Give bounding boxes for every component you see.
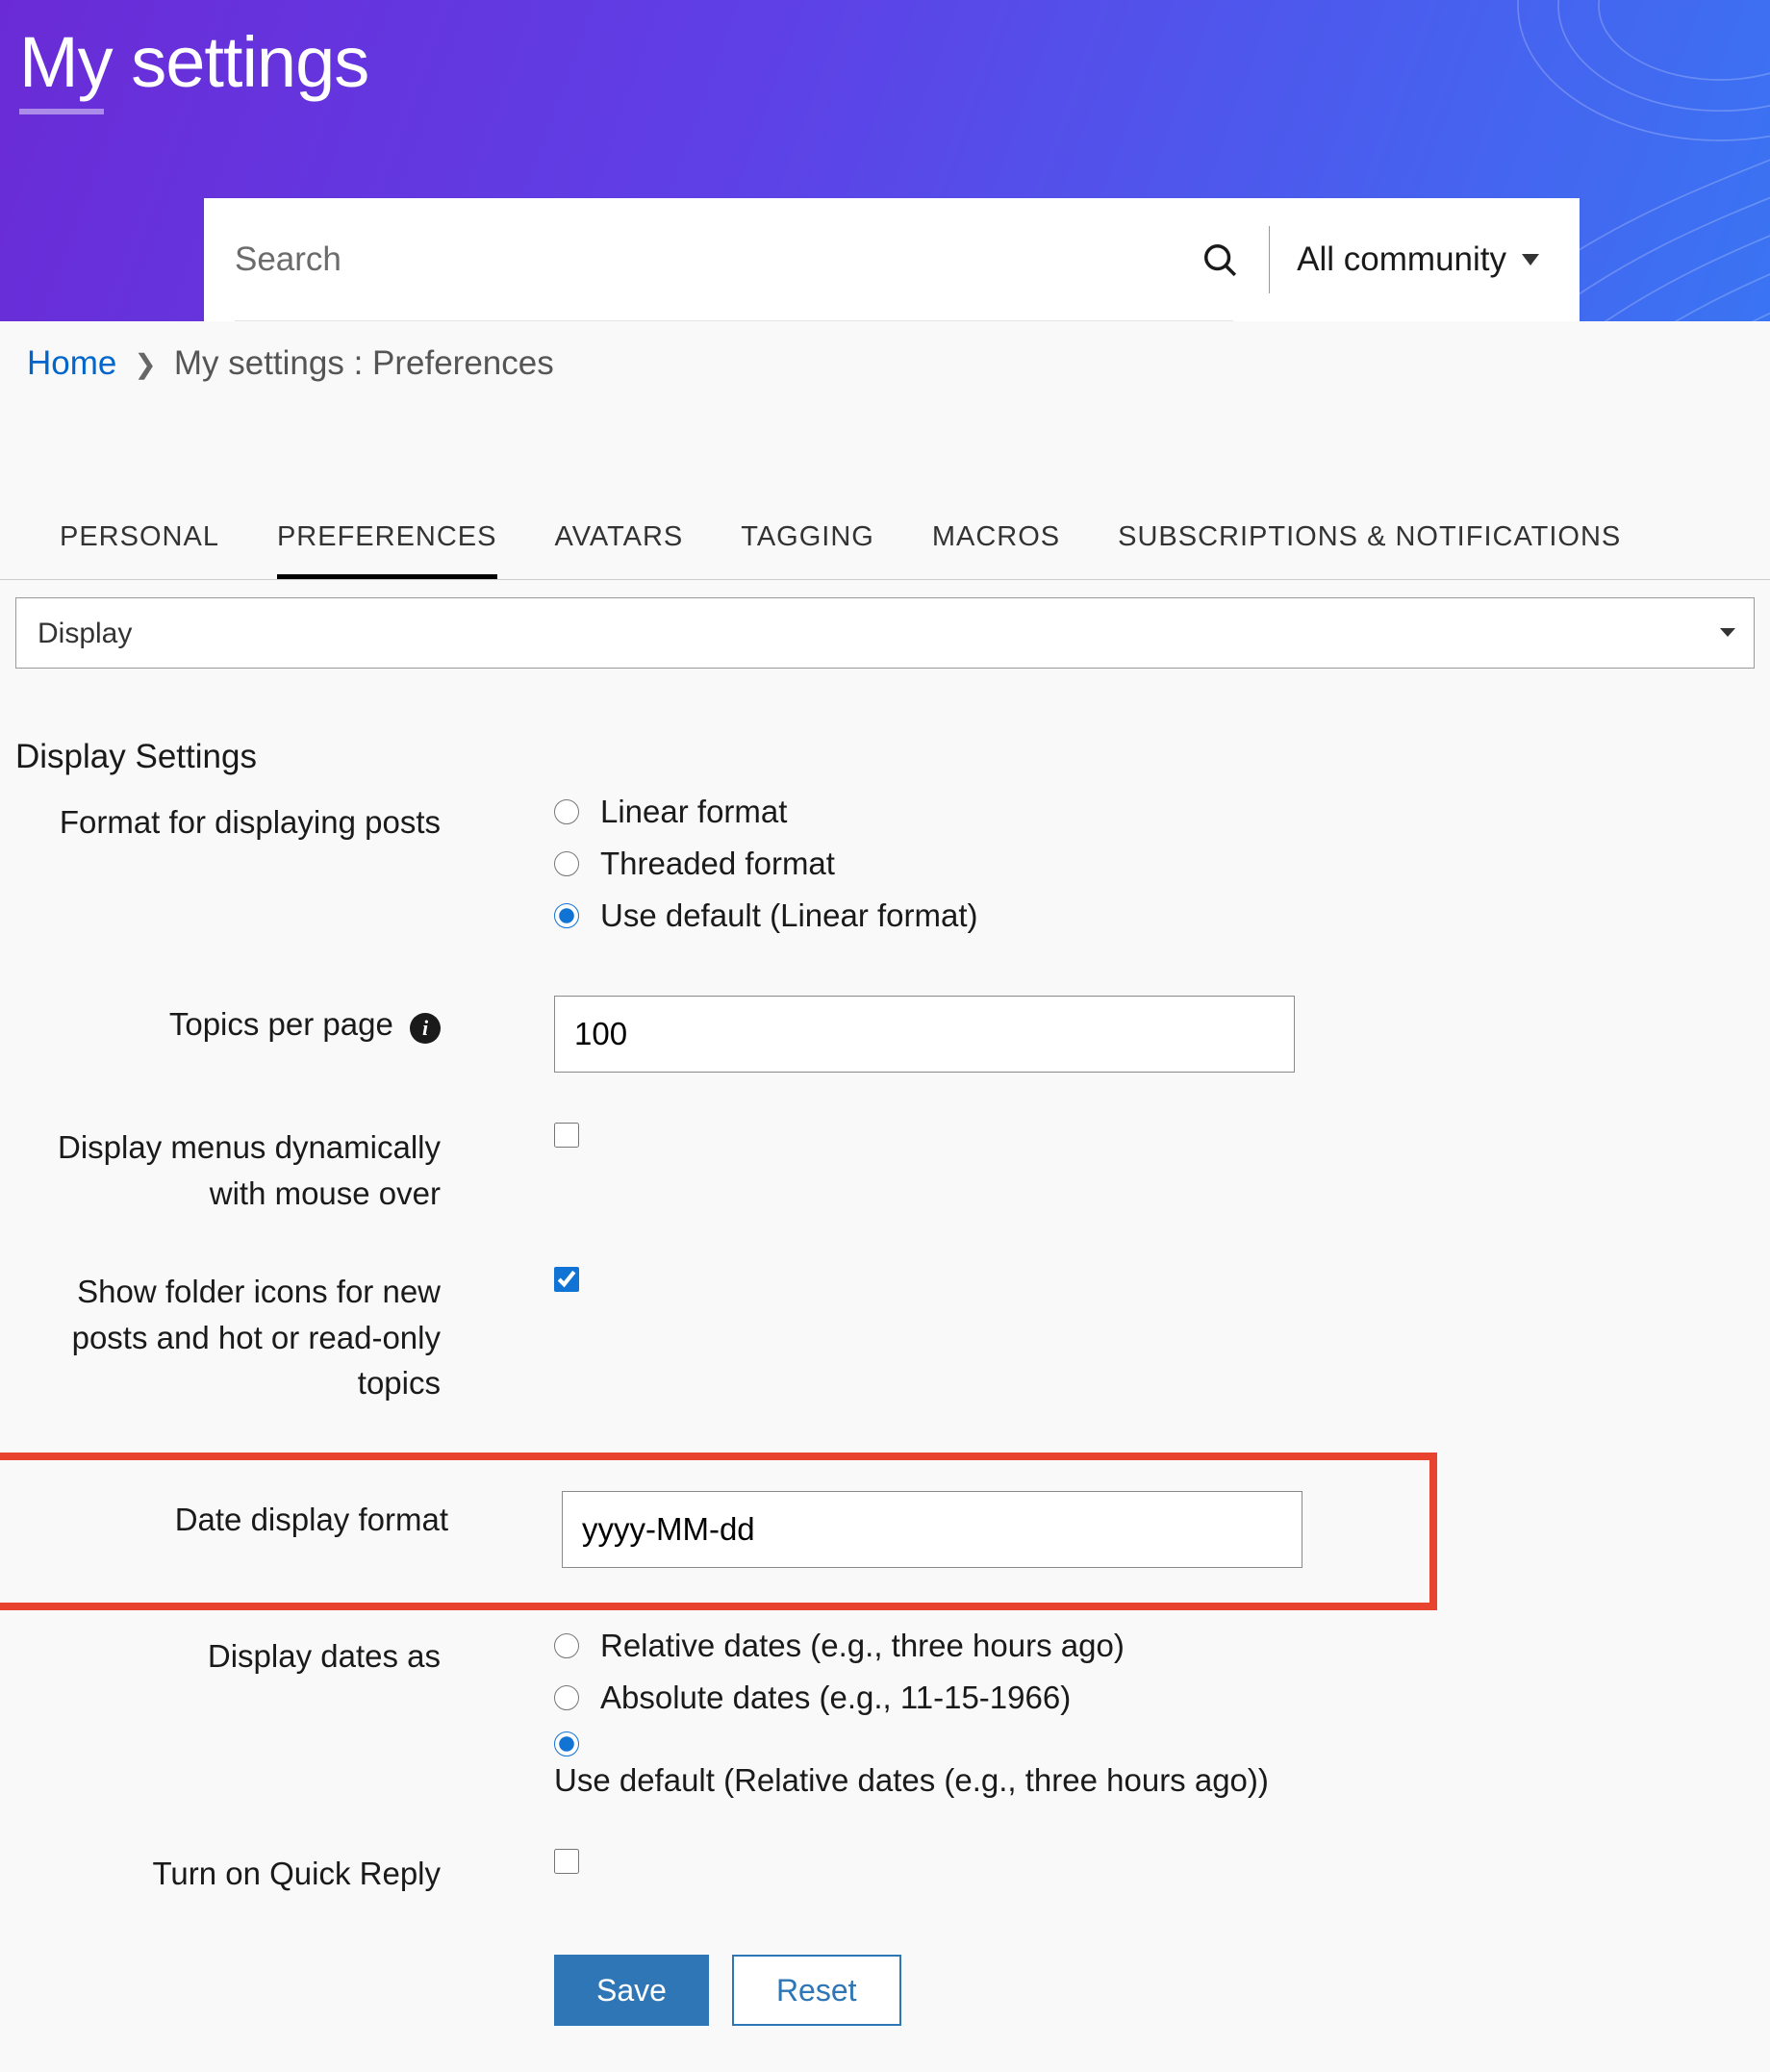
tab-tagging[interactable]: TAGGING xyxy=(741,521,874,579)
topics-per-page-label: Topics per page i xyxy=(15,996,554,1048)
dynamic-menus-checkbox[interactable] xyxy=(554,1123,579,1148)
search-icon xyxy=(1201,241,1238,278)
settings-tabs: PERSONAL PREFERENCES AVATARS TAGGING MAC… xyxy=(0,406,1770,580)
quick-reply-label: Turn on Quick Reply xyxy=(15,1845,554,1897)
format-default-radio[interactable] xyxy=(554,903,579,928)
tab-subscriptions[interactable]: SUBSCRIPTIONS & NOTIFICATIONS xyxy=(1118,521,1621,579)
format-linear-option[interactable]: Linear format xyxy=(554,794,1755,830)
dates-absolute-option[interactable]: Absolute dates (e.g., 11-15-1966) xyxy=(554,1680,1755,1716)
info-icon[interactable]: i xyxy=(410,1013,441,1044)
tab-preferences[interactable]: PREFERENCES xyxy=(277,521,497,579)
date-format-label: Date display format xyxy=(23,1491,562,1543)
tab-macros[interactable]: MACROS xyxy=(932,521,1060,579)
header-banner: My settings All community xyxy=(0,0,1770,321)
topics-per-page-input[interactable] xyxy=(554,996,1295,1073)
section-heading: Display Settings xyxy=(0,669,1770,794)
search-input[interactable] xyxy=(204,198,1186,321)
dates-default-label: Use default (Relative dates (e.g., three… xyxy=(554,1762,1755,1799)
tab-personal[interactable]: PERSONAL xyxy=(60,521,219,579)
format-threaded-radio[interactable] xyxy=(554,851,579,876)
folder-icons-label: Show folder icons for new posts and hot … xyxy=(15,1263,554,1407)
date-format-highlight: Date display format xyxy=(0,1453,1437,1610)
format-linear-radio[interactable] xyxy=(554,799,579,824)
dates-default-radio[interactable] xyxy=(554,1731,579,1756)
date-format-input[interactable] xyxy=(562,1491,1302,1568)
search-bar: All community xyxy=(204,198,1580,321)
format-default-option[interactable]: Use default (Linear format) xyxy=(554,897,1755,934)
page-title: My settings xyxy=(19,21,368,114)
breadcrumb-home[interactable]: Home xyxy=(27,344,116,383)
dates-relative-option[interactable]: Relative dates (e.g., three hours ago) xyxy=(554,1628,1755,1664)
breadcrumb: Home ❯ My settings : Preferences xyxy=(0,321,1770,406)
save-button[interactable]: Save xyxy=(554,1955,709,2026)
folder-icons-checkbox[interactable] xyxy=(554,1267,579,1292)
dates-absolute-radio[interactable] xyxy=(554,1685,579,1710)
quick-reply-checkbox[interactable] xyxy=(554,1849,579,1874)
display-dates-as-label: Display dates as xyxy=(15,1628,554,1680)
format-posts-label: Format for displaying posts xyxy=(15,794,554,846)
reset-button[interactable]: Reset xyxy=(732,1955,901,2026)
breadcrumb-current: My settings : Preferences xyxy=(174,344,554,383)
search-scope-label: All community xyxy=(1297,240,1506,279)
format-threaded-option[interactable]: Threaded format xyxy=(554,846,1755,882)
chevron-right-icon: ❯ xyxy=(134,348,156,380)
display-settings-form: Format for displaying posts Linear forma… xyxy=(0,794,1770,2026)
search-button[interactable] xyxy=(1186,226,1253,293)
dates-relative-radio[interactable] xyxy=(554,1633,579,1658)
tab-avatars[interactable]: AVATARS xyxy=(555,521,684,579)
chevron-down-icon xyxy=(1522,254,1539,265)
preferences-section-select[interactable]: Display xyxy=(15,597,1755,669)
dynamic-menus-label: Display menus dynamically with mouse ove… xyxy=(15,1119,554,1217)
search-scope-dropdown[interactable]: All community xyxy=(1297,240,1580,279)
